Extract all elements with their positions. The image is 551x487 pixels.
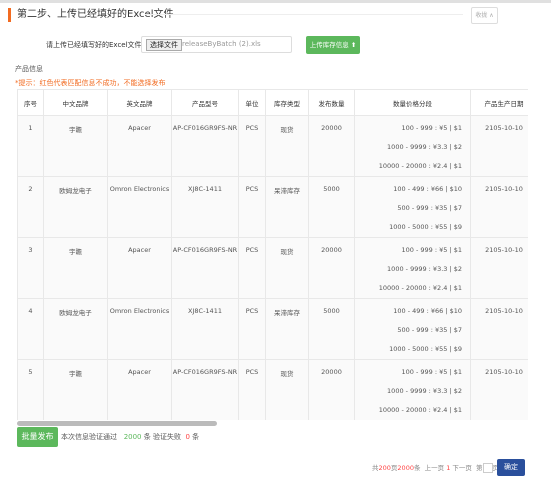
column-header: 数量价格分段 <box>354 89 471 116</box>
price-tier: 100 - 499 : ¥66 | $10 <box>393 307 462 315</box>
cell-prices: 100 - 999 : ¥5 | $1 1000 - 9999 : ¥3.3 | … <box>354 359 471 420</box>
cell-prices: 100 - 499 : ¥66 | $10 500 - 999 : ¥35 | $… <box>354 176 471 238</box>
column-header: 英文品牌 <box>107 89 172 116</box>
confirm-button[interactable]: 确定 <box>497 459 525 476</box>
cell-cn: 宇瞻 <box>43 237 108 299</box>
batch-publish-button[interactable]: 批量发布 <box>17 427 58 447</box>
total-records: 2000 <box>397 464 414 472</box>
pagination: 共200页2000条 上一页 1 下一页 第页 <box>372 462 499 473</box>
price-tier: 1000 - 9999 : ¥3.3 | $2 <box>387 265 462 273</box>
cell-unit: PCS <box>238 237 266 299</box>
cell-en: Apacer <box>107 115 172 177</box>
table-row: 4 欧姆龙电子 Omron Electronics XJ8C-1411 PCS 呆滞库存 5… <box>17 298 528 360</box>
verify-summary: 本次信息验证通过 2000 条 验证失败 0 条 <box>61 432 199 442</box>
cell-cn: 欧姆龙电子 <box>43 176 108 238</box>
cell-qty: 20000 <box>308 237 355 299</box>
cell-type: 现货 <box>265 115 309 177</box>
cell-type: 呆滞库存 <box>265 176 309 238</box>
price-tier: 100 - 999 : ¥5 | $1 <box>401 368 462 376</box>
cell-date: 2105-10-10 <box>470 298 528 360</box>
horizontal-scrollbar[interactable] <box>17 421 217 426</box>
current-page[interactable]: 1 <box>446 464 450 472</box>
cell-type: 现货 <box>265 237 309 299</box>
verify-prefix: 本次信息验证通过 <box>61 433 117 441</box>
cell-no: 4 <box>17 298 44 360</box>
cell-unit: PCS <box>238 359 266 420</box>
price-tier: 100 - 499 : ¥66 | $10 <box>393 185 462 193</box>
cell-en: Apacer <box>107 237 172 299</box>
cell-unit: PCS <box>238 176 266 238</box>
cell-no: 1 <box>17 115 44 177</box>
fail-count: 0 <box>185 433 190 441</box>
page-number-input[interactable] <box>482 463 493 473</box>
column-header: 序号 <box>17 89 44 116</box>
prev-page-link[interactable]: 上一页 <box>425 464 445 472</box>
price-tier: 1000 - 9999 : ¥3.3 | $2 <box>387 143 462 151</box>
cell-date: 2105-10-10 <box>470 237 528 299</box>
pass-count: 2000 <box>123 433 142 441</box>
verify-mid: 条 验证失败 <box>143 433 181 441</box>
cell-cn: 宇瞻 <box>43 115 108 177</box>
price-tier: 100 - 999 : ¥5 | $1 <box>401 124 462 132</box>
column-header: 单位 <box>238 89 266 116</box>
cell-type: 呆滞库存 <box>265 298 309 360</box>
price-tier: 1000 - 9999 : ¥3.3 | $2 <box>387 387 462 395</box>
price-tier: 10000 - 20000 : ¥2.4 | $1 <box>378 406 462 414</box>
column-header: 产品型号 <box>171 89 239 116</box>
cell-model: AP-CF016GR9FS-NR <box>171 237 239 299</box>
cell-cn: 宇瞻 <box>43 359 108 420</box>
table-row: 5 宇瞻 Apacer AP-CF016GR9FS-NR PCS 现货 20000 100 -… <box>17 359 528 420</box>
cell-unit: PCS <box>238 115 266 177</box>
cell-prices: 100 - 999 : ¥5 | $1 1000 - 9999 : ¥3.3 | … <box>354 237 471 299</box>
price-tier: 1000 - 5000 : ¥55 | $9 <box>389 223 462 231</box>
cell-qty: 20000 <box>308 359 355 420</box>
cell-model: AP-CF016GR9FS-NR <box>171 115 239 177</box>
price-tier: 100 - 999 : ¥5 | $1 <box>401 246 462 254</box>
cell-model: AP-CF016GR9FS-NR <box>171 359 239 420</box>
cell-model: XJ8C-1411 <box>171 298 239 360</box>
cell-prices: 100 - 999 : ¥5 | $1 1000 - 9999 : ¥3.3 | … <box>354 115 471 177</box>
product-table: 序号 中文品牌 英文品牌 产品型号 单位 库存类型 发布数量 数量价格分段 产品生产日期 1 宇瞻… <box>17 89 528 420</box>
cell-date: 2105-10-10 <box>470 359 528 420</box>
cell-en: Apacer <box>107 359 172 420</box>
cell-no: 5 <box>17 359 44 420</box>
cell-no: 3 <box>17 237 44 299</box>
table-row: 1 宇瞻 Apacer AP-CF016GR9FS-NR PCS 现货 20000 100 -… <box>17 115 528 177</box>
next-page-link[interactable]: 下一页 <box>452 464 472 472</box>
price-tier: 10000 - 20000 : ¥2.4 | $1 <box>378 284 462 292</box>
price-tier: 10000 - 20000 : ¥2.4 | $1 <box>378 162 462 170</box>
price-tier: 500 - 999 : ¥35 | $7 <box>397 204 462 212</box>
verify-suffix: 条 <box>192 433 200 441</box>
pager-text: 条 <box>413 464 421 472</box>
table-row: 3 宇瞻 Apacer AP-CF016GR9FS-NR PCS 现货 20000 100 -… <box>17 237 528 299</box>
column-header: 产品生产日期 <box>470 89 528 116</box>
column-header: 发布数量 <box>308 89 355 116</box>
cell-cn: 欧姆龙电子 <box>43 298 108 360</box>
cell-model: XJ8C-1411 <box>171 176 239 238</box>
price-tier: 500 - 999 : ¥35 | $7 <box>397 326 462 334</box>
cell-en: Omron Electronics <box>107 298 172 360</box>
cell-type: 现货 <box>265 359 309 420</box>
total-pages: 200 <box>378 464 391 472</box>
cell-no: 2 <box>17 176 44 238</box>
cell-prices: 100 - 499 : ¥66 | $10 500 - 999 : ¥35 | $… <box>354 298 471 360</box>
column-header: 中文品牌 <box>43 89 108 116</box>
cell-unit: PCS <box>238 298 266 360</box>
cell-qty: 5000 <box>308 298 355 360</box>
cell-date: 2105-10-10 <box>470 176 528 238</box>
cell-en: Omron Electronics <box>107 176 172 238</box>
cell-qty: 20000 <box>308 115 355 177</box>
cell-date: 2105-10-10 <box>470 115 528 177</box>
column-header: 库存类型 <box>265 89 309 116</box>
table-row: 2 欧姆龙电子 Omron Electronics XJ8C-1411 PCS 呆滞库存 5… <box>17 176 528 238</box>
price-tier: 1000 - 5000 : ¥55 | $9 <box>389 345 462 353</box>
cell-qty: 5000 <box>308 176 355 238</box>
